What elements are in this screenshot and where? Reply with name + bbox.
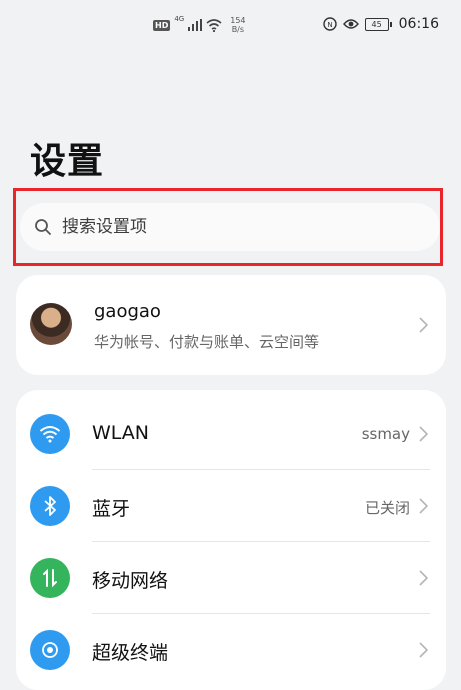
signal-icon [188, 19, 203, 31]
settings-list: WLAN ssmay 蓝牙 已关闭 移动网络 超级终端 [16, 390, 446, 690]
settings-item-label: 蓝牙 [92, 498, 131, 520]
nfc-icon: N [322, 17, 337, 31]
page-title: 设置 [30, 141, 105, 182]
mobile-data-icon [30, 558, 70, 598]
battery-icon: 45 [364, 17, 392, 31]
settings-item-value: 已关闭 [364, 499, 410, 517]
settings-item-value: ssmay [361, 425, 410, 443]
status-right: N 45 06:16 [322, 16, 439, 32]
clock: 06:16 [398, 16, 439, 32]
speed-unit: B/s [231, 25, 245, 34]
chevron-right-icon [419, 426, 428, 442]
settings-item-bluetooth[interactable]: 蓝牙 已关闭 [16, 470, 446, 542]
settings-item-label: WLAN [92, 422, 150, 444]
speed-value: 154 [230, 16, 246, 25]
settings-item-label: 超级终端 [92, 642, 169, 664]
search-icon [35, 219, 51, 235]
chevron-right-icon [419, 642, 428, 658]
super-device-icon [30, 630, 70, 670]
settings-item-mobile-network[interactable]: 移动网络 [16, 542, 446, 614]
eye-comfort-icon [342, 19, 359, 29]
account-subtitle: 华为帐号、付款与账单、云空间等 [94, 333, 320, 351]
wifi-status-icon [206, 18, 222, 32]
status-left: HD 4G 154 B/s [153, 16, 246, 34]
network-type-label: 4G [174, 15, 185, 23]
hd-icon: HD [153, 19, 171, 31]
chevron-right-icon [419, 498, 428, 514]
search-bar[interactable] [20, 203, 440, 251]
wifi-icon [30, 414, 70, 454]
settings-item-super-device[interactable]: 超级终端 [16, 614, 446, 686]
account-name: gaogao [94, 301, 161, 322]
chevron-right-icon [419, 317, 428, 333]
bluetooth-icon [30, 486, 70, 526]
chevron-right-icon [419, 570, 428, 586]
network-speed: 154 B/s [230, 16, 245, 34]
account-card[interactable]: gaogao 华为帐号、付款与账单、云空间等 [16, 275, 446, 375]
status-bar: HD 4G 154 B/s N 45 06:16 [0, 0, 461, 52]
settings-item-label: 移动网络 [92, 570, 169, 592]
search-input[interactable] [60, 216, 404, 238]
avatar [30, 303, 72, 345]
settings-item-wlan[interactable]: WLAN ssmay [16, 398, 446, 470]
svg-text:N: N [327, 21, 332, 29]
